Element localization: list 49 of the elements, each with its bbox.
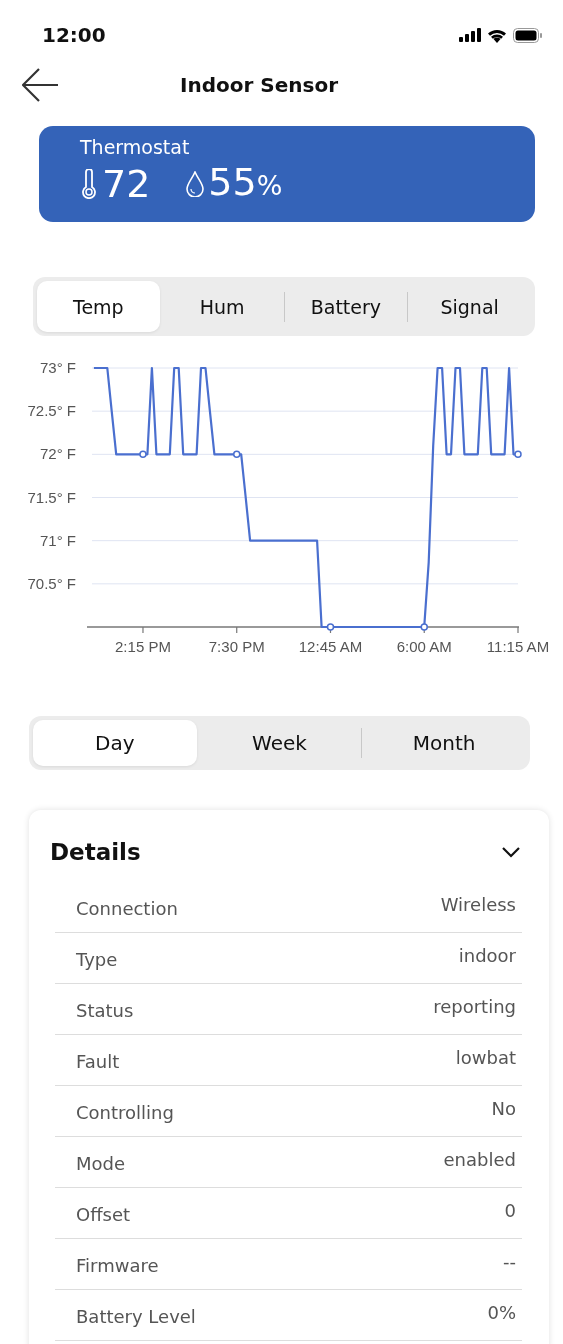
detail-value: lowbat [455,1047,516,1070]
detail-value: reporting [433,996,516,1019]
detail-value: -- [503,1251,516,1274]
wifi-icon [487,27,507,43]
x-axis-label: 7:30 PM [208,638,265,655]
y-axis-label: 73° F [40,359,76,376]
y-axis-label: 71° F [40,531,76,549]
signal-icon [459,28,481,42]
y-axis-label: 72° F [40,445,76,463]
water-drop-icon [186,171,205,197]
detail-label: Offset [76,1204,131,1227]
metric-tab[interactable]: Temp [37,281,160,332]
battery-icon [513,27,543,43]
y-axis-label: 71.5° F [27,488,76,506]
page-title: Indoor Sensor [180,73,339,97]
detail-value: 0 [504,1200,516,1223]
range-tab[interactable]: Week [197,720,362,766]
x-axis-label: 2:15 PM [115,638,171,655]
detail-value: enabled [443,1149,516,1172]
metric-tab[interactable]: Signal [408,281,531,332]
x-axis-label: 11:15 AM [486,638,550,655]
detail-label: Fault [76,1051,120,1074]
y-axis-label: 72.5° F [27,402,76,420]
y-axis-label: 70.5° F [27,574,76,592]
back-arrow-icon[interactable] [22,68,58,102]
detail-label: Connection [76,898,178,921]
device-name: Thermostat [80,136,191,158]
detail-label: Status [76,1000,134,1023]
humidity-reading: 55% [208,160,283,206]
thermometer-icon [80,169,98,199]
detail-value: No [491,1098,516,1121]
range-tab[interactable]: Day [33,720,197,766]
metric-tab[interactable]: Hum [160,281,284,332]
temperature-reading: 72 [102,162,151,206]
status-time: 12:00 [42,23,106,47]
details-title: Details [50,839,141,865]
x-axis-label: 6:00 AM [396,638,452,655]
detail-label: Mode [76,1153,126,1176]
detail-label: Type [76,949,118,972]
range-tab[interactable]: Month [362,720,526,766]
chevron-icon[interactable] [501,846,521,858]
x-axis-label: 12:45 AM [298,638,363,655]
detail-label: Firmware [76,1255,159,1278]
metric-tab[interactable]: Battery [284,281,408,332]
detail-value: indoor [458,945,516,968]
detail-label: Battery Level [76,1306,196,1329]
detail-value: Wireless [440,894,516,917]
detail-label: Controlling [76,1102,174,1125]
detail-value: 0% [487,1302,516,1325]
